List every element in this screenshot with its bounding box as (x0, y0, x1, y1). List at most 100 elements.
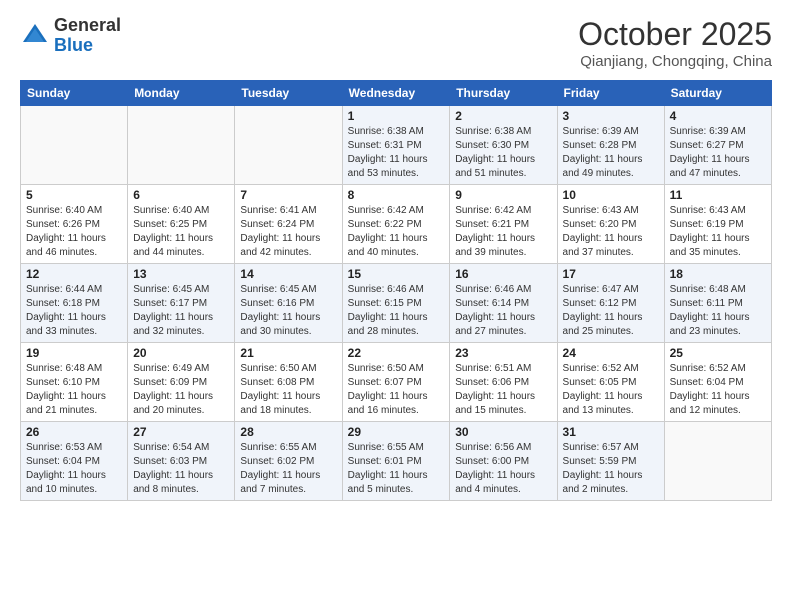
calendar-cell: 16Sunrise: 6:46 AM Sunset: 6:14 PM Dayli… (450, 264, 557, 343)
day-info: Sunrise: 6:42 AM Sunset: 6:22 PM Dayligh… (348, 204, 445, 260)
header-row: Sunday Monday Tuesday Wednesday Thursday… (21, 81, 772, 106)
day-number: 22 (348, 346, 445, 360)
calendar-cell: 8 Sunrise: 6:42 AM Sunset: 6:22 PM Daylig… (342, 185, 450, 264)
calendar-cell: 20Sunrise: 6:49 AM Sunset: 6:09 PM Dayli… (128, 343, 235, 422)
day-number: 7 (240, 188, 336, 202)
col-sunday: Sunday (21, 81, 128, 106)
day-info: Sunrise: 6:41 AM Sunset: 6:24 PM Dayligh… (240, 204, 336, 260)
calendar-cell: 28 Sunrise: 6:55 AM Sunset: 6:02 PM Dayli… (235, 422, 342, 501)
day-number: 23 (455, 346, 551, 360)
logo-icon (20, 21, 50, 51)
day-info: Sunrise: 6:42 AM Sunset: 6:21 PM Dayligh… (455, 204, 551, 260)
day-number: 2 (455, 109, 551, 123)
calendar-cell: 3 Sunrise: 6:39 AM Sunset: 6:28 PM Daylig… (557, 106, 664, 185)
day-info: Sunrise: 6:43 AM Sunset: 6:20 PM Dayligh… (563, 204, 659, 260)
day-number: 3 (563, 109, 659, 123)
calendar-cell: 6 Sunrise: 6:40 AM Sunset: 6:25 PM Daylig… (128, 185, 235, 264)
calendar-week-1: 1 Sunrise: 6:38 AM Sunset: 6:31 PM Daylig… (21, 106, 772, 185)
day-number: 4 (670, 109, 766, 123)
day-info: Sunrise: 6:47 AM Sunset: 6:12 PM Dayligh… (563, 283, 659, 339)
header: General Blue October 2025 Qianjiang, Cho… (20, 16, 772, 70)
calendar-cell: 7 Sunrise: 6:41 AM Sunset: 6:24 PM Daylig… (235, 185, 342, 264)
calendar-cell: 14 Sunrise: 6:45 AM Sunset: 6:16 PM Dayli… (235, 264, 342, 343)
day-number: 31 (563, 425, 659, 439)
day-number: 21 (240, 346, 336, 360)
day-number: 19 (26, 346, 122, 360)
day-number: 11 (670, 188, 766, 202)
calendar-cell: 29Sunrise: 6:55 AM Sunset: 6:01 PM Dayli… (342, 422, 450, 501)
day-info: Sunrise: 6:45 AM Sunset: 6:16 PM Dayligh… (240, 283, 336, 339)
day-number: 1 (348, 109, 445, 123)
calendar-cell: 1 Sunrise: 6:38 AM Sunset: 6:31 PM Daylig… (342, 106, 450, 185)
calendar-cell (664, 422, 771, 501)
day-number: 26 (26, 425, 122, 439)
day-number: 27 (133, 425, 229, 439)
calendar-cell: 4 Sunrise: 6:39 AM Sunset: 6:27 PM Daylig… (664, 106, 771, 185)
calendar-week-4: 19 Sunrise: 6:48 AM Sunset: 6:10 PM Dayli… (21, 343, 772, 422)
day-number: 5 (26, 188, 122, 202)
logo-blue: Blue (54, 35, 93, 55)
day-info: Sunrise: 6:56 AM Sunset: 6:00 PM Dayligh… (455, 441, 551, 497)
col-tuesday: Tuesday (235, 81, 342, 106)
calendar-cell: 2 Sunrise: 6:38 AM Sunset: 6:30 PM Daylig… (450, 106, 557, 185)
calendar-cell: 30Sunrise: 6:56 AM Sunset: 6:00 PM Dayli… (450, 422, 557, 501)
calendar-cell: 27 Sunrise: 6:54 AM Sunset: 6:03 PM Dayli… (128, 422, 235, 501)
col-wednesday: Wednesday (342, 81, 450, 106)
logo: General Blue (20, 16, 121, 56)
calendar-cell: 25 Sunrise: 6:52 AM Sunset: 6:04 PM Dayli… (664, 343, 771, 422)
day-number: 25 (670, 346, 766, 360)
calendar-cell: 26Sunrise: 6:53 AM Sunset: 6:04 PM Dayli… (21, 422, 128, 501)
day-number: 8 (348, 188, 445, 202)
calendar-cell: 12Sunrise: 6:44 AM Sunset: 6:18 PM Dayli… (21, 264, 128, 343)
day-number: 14 (240, 267, 336, 281)
day-number: 6 (133, 188, 229, 202)
day-info: Sunrise: 6:55 AM Sunset: 6:02 PM Dayligh… (240, 441, 336, 497)
day-info: Sunrise: 6:45 AM Sunset: 6:17 PM Dayligh… (133, 283, 229, 339)
day-number: 15 (348, 267, 445, 281)
title-block: October 2025 Qianjiang, Chongqing, China (578, 16, 772, 70)
location-subtitle: Qianjiang, Chongqing, China (578, 53, 772, 70)
month-title: October 2025 (578, 16, 772, 53)
calendar-cell: 31Sunrise: 6:57 AM Sunset: 5:59 PM Dayli… (557, 422, 664, 501)
day-info: Sunrise: 6:50 AM Sunset: 6:08 PM Dayligh… (240, 362, 336, 418)
day-number: 9 (455, 188, 551, 202)
logo-text: General Blue (54, 16, 121, 56)
day-info: Sunrise: 6:50 AM Sunset: 6:07 PM Dayligh… (348, 362, 445, 418)
calendar-cell: 21 Sunrise: 6:50 AM Sunset: 6:08 PM Dayli… (235, 343, 342, 422)
calendar-cell (128, 106, 235, 185)
day-info: Sunrise: 6:38 AM Sunset: 6:31 PM Dayligh… (348, 125, 445, 181)
day-info: Sunrise: 6:38 AM Sunset: 6:30 PM Dayligh… (455, 125, 551, 181)
day-info: Sunrise: 6:48 AM Sunset: 6:11 PM Dayligh… (670, 283, 766, 339)
day-info: Sunrise: 6:54 AM Sunset: 6:03 PM Dayligh… (133, 441, 229, 497)
day-number: 28 (240, 425, 336, 439)
day-info: Sunrise: 6:49 AM Sunset: 6:09 PM Dayligh… (133, 362, 229, 418)
col-monday: Monday (128, 81, 235, 106)
calendar-cell: 5Sunrise: 6:40 AM Sunset: 6:26 PM Daylig… (21, 185, 128, 264)
day-number: 12 (26, 267, 122, 281)
day-info: Sunrise: 6:52 AM Sunset: 6:05 PM Dayligh… (563, 362, 659, 418)
calendar-cell (21, 106, 128, 185)
calendar-cell (235, 106, 342, 185)
day-info: Sunrise: 6:51 AM Sunset: 6:06 PM Dayligh… (455, 362, 551, 418)
day-info: Sunrise: 6:52 AM Sunset: 6:04 PM Dayligh… (670, 362, 766, 418)
day-info: Sunrise: 6:40 AM Sunset: 6:25 PM Dayligh… (133, 204, 229, 260)
col-saturday: Saturday (664, 81, 771, 106)
day-info: Sunrise: 6:39 AM Sunset: 6:27 PM Dayligh… (670, 125, 766, 181)
page: General Blue October 2025 Qianjiang, Cho… (0, 0, 792, 511)
calendar-cell: 22 Sunrise: 6:50 AM Sunset: 6:07 PM Dayli… (342, 343, 450, 422)
logo-general: General (54, 15, 121, 35)
day-number: 17 (563, 267, 659, 281)
calendar-week-5: 26Sunrise: 6:53 AM Sunset: 6:04 PM Dayli… (21, 422, 772, 501)
calendar-cell: 24Sunrise: 6:52 AM Sunset: 6:05 PM Dayli… (557, 343, 664, 422)
day-number: 10 (563, 188, 659, 202)
day-info: Sunrise: 6:39 AM Sunset: 6:28 PM Dayligh… (563, 125, 659, 181)
day-number: 29 (348, 425, 445, 439)
day-number: 18 (670, 267, 766, 281)
col-friday: Friday (557, 81, 664, 106)
col-thursday: Thursday (450, 81, 557, 106)
calendar-week-2: 5Sunrise: 6:40 AM Sunset: 6:26 PM Daylig… (21, 185, 772, 264)
calendar-cell: 10 Sunrise: 6:43 AM Sunset: 6:20 PM Dayli… (557, 185, 664, 264)
calendar-cell: 15Sunrise: 6:46 AM Sunset: 6:15 PM Dayli… (342, 264, 450, 343)
calendar-cell: 9 Sunrise: 6:42 AM Sunset: 6:21 PM Daylig… (450, 185, 557, 264)
day-info: Sunrise: 6:48 AM Sunset: 6:10 PM Dayligh… (26, 362, 122, 418)
